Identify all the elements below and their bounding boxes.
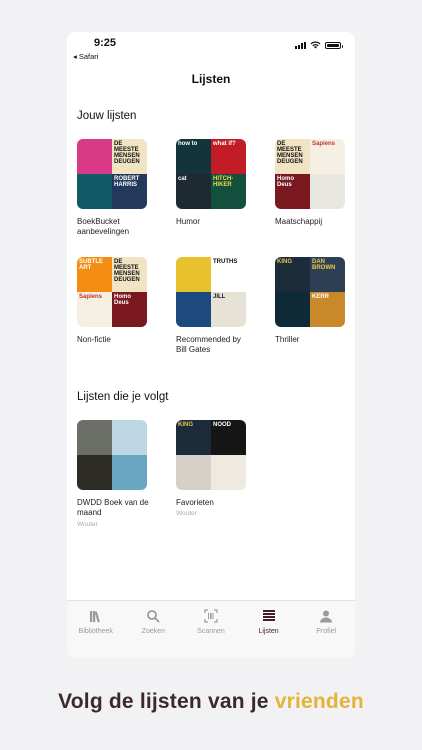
book-cover <box>77 420 112 455</box>
list-cover: TRUTHS JILL <box>176 257 246 327</box>
list-label: DWDD Boek van de maand <box>77 498 149 518</box>
list-cover: KING DAN BROWN KERR <box>275 257 345 327</box>
book-cover: KING <box>275 257 310 292</box>
book-cover <box>77 174 112 209</box>
book-cover: Sapiens <box>77 292 112 327</box>
list-cover: SUBTLE ART DE MEESTE MENSEN DEUGEN Sapie… <box>77 257 147 327</box>
tab-lijsten[interactable]: Lijsten <box>240 601 298 658</box>
book-cover: NOOD <box>211 420 246 455</box>
book-cover <box>176 455 211 490</box>
book-cover: how to <box>176 139 211 174</box>
tab-label: Zoeken <box>141 628 166 635</box>
person-icon <box>320 610 333 623</box>
back-to-safari-link[interactable]: ◂ Safari <box>73 52 98 61</box>
section-title-followed-lists: Lijsten die je volgt <box>77 391 169 403</box>
book-cover <box>77 455 112 490</box>
tab-scannen[interactable]: Scannen <box>182 601 240 658</box>
list-cover: DE MEESTE MENSEN DEUGEN Sapiens Homo Deu… <box>275 139 345 209</box>
tab-bibliotheek[interactable]: Bibliotheek <box>67 601 125 658</box>
list-label: Recommended by Bill Gates <box>176 335 241 355</box>
list-tile-non-fictie[interactable]: SUBTLE ART DE MEESTE MENSEN DEUGEN Sapie… <box>77 257 149 345</box>
list-owner: Wouter <box>176 510 197 518</box>
section-title-own-lists: Jouw lijsten <box>77 110 137 122</box>
list-tile-favorieten[interactable]: KING NOOD Favorieten Wouter <box>176 420 248 517</box>
book-cover <box>176 292 211 327</box>
tab-label: Lijsten <box>258 628 279 635</box>
book-cover: HITCH-HIKER <box>211 174 246 209</box>
book-cover: TRUTHS <box>211 257 246 292</box>
book-cover: Sapiens <box>310 139 345 174</box>
tab-bar: Bibliotheek Zoeken Scannen Lijsten Profi… <box>67 600 355 658</box>
list-tile-bill-gates[interactable]: TRUTHS JILL Recommended by Bill Gates <box>176 257 248 356</box>
marketing-tagline: Volg de lijsten van je vrienden <box>0 690 422 714</box>
list-tile-thriller[interactable]: KING DAN BROWN KERR Thriller <box>275 257 347 345</box>
barcode-icon <box>204 609 218 623</box>
book-cover <box>77 139 112 174</box>
list-tile-maatschappij[interactable]: DE MEESTE MENSEN DEUGEN Sapiens Homo Deu… <box>275 139 347 227</box>
book-cover <box>310 174 345 209</box>
book-cover: what if? <box>211 139 246 174</box>
book-cover: Homo Deus <box>112 292 147 327</box>
book-cover: KERR <box>310 292 345 327</box>
list-tile-boekbucket[interactable]: DE MEESTE MENSEN DEUGEN ROBERT HARRIS Bo… <box>77 139 149 238</box>
book-cover <box>275 292 310 327</box>
tab-profiel[interactable]: Profiel <box>297 601 355 658</box>
search-icon <box>147 610 161 623</box>
list-icon <box>262 610 275 621</box>
book-cover: DE MEESTE MENSEN DEUGEN <box>112 257 147 292</box>
list-cover <box>77 420 147 490</box>
wifi-icon <box>310 41 321 49</box>
page-title: Lijsten <box>191 72 231 86</box>
list-label: Favorieten <box>176 498 214 507</box>
book-cover: DE MEESTE MENSEN DEUGEN <box>112 139 147 174</box>
tab-label: Scannen <box>197 628 225 635</box>
books-icon <box>89 611 100 623</box>
tab-zoeken[interactable]: Zoeken <box>125 601 183 658</box>
battery-icon <box>325 41 343 49</box>
status-icons <box>295 41 343 49</box>
book-cover: Homo Deus <box>275 174 310 209</box>
signal-icon <box>295 41 306 49</box>
status-time: 9:25 <box>94 37 117 49</box>
book-cover: JILL <box>211 292 246 327</box>
book-cover <box>112 420 147 455</box>
book-cover <box>176 257 211 292</box>
tab-label: Profiel <box>316 628 337 635</box>
book-cover: SUBTLE ART <box>77 257 112 292</box>
status-bar: 9:25 ◂ Safari <box>67 32 355 64</box>
list-cover: how to what if? cat HITCH-HIKER <box>176 139 246 209</box>
tagline-highlight: vrienden <box>274 690 364 713</box>
list-cover: KING NOOD <box>176 420 246 490</box>
list-label: Thriller <box>275 335 300 344</box>
book-cover <box>112 455 147 490</box>
list-label: BoekBucket aanbevelingen <box>77 217 130 237</box>
book-cover: ROBERT HARRIS <box>112 174 147 209</box>
tab-label: Bibliotheek <box>78 628 113 635</box>
list-label: Maatschappij <box>275 217 323 226</box>
book-cover: DAN BROWN <box>310 257 345 292</box>
list-label: Non-fictie <box>77 335 111 344</box>
list-tile-dwdd[interactable]: DWDD Boek van de maand Wouter <box>77 420 149 528</box>
book-cover <box>211 455 246 490</box>
book-cover: DE MEESTE MENSEN DEUGEN <box>275 139 310 174</box>
book-cover: cat <box>176 174 211 209</box>
phone-screen: 9:25 ◂ Safari Lijsten Jouw lijsten DE ME… <box>67 32 355 658</box>
list-cover: DE MEESTE MENSEN DEUGEN ROBERT HARRIS <box>77 139 147 209</box>
list-owner: Wouter <box>77 520 98 528</box>
book-cover: KING <box>176 420 211 455</box>
tagline-text: Volg de lijsten van je <box>58 690 269 713</box>
list-label: Humor <box>176 217 201 226</box>
list-tile-humor[interactable]: how to what if? cat HITCH-HIKER Humor <box>176 139 248 227</box>
